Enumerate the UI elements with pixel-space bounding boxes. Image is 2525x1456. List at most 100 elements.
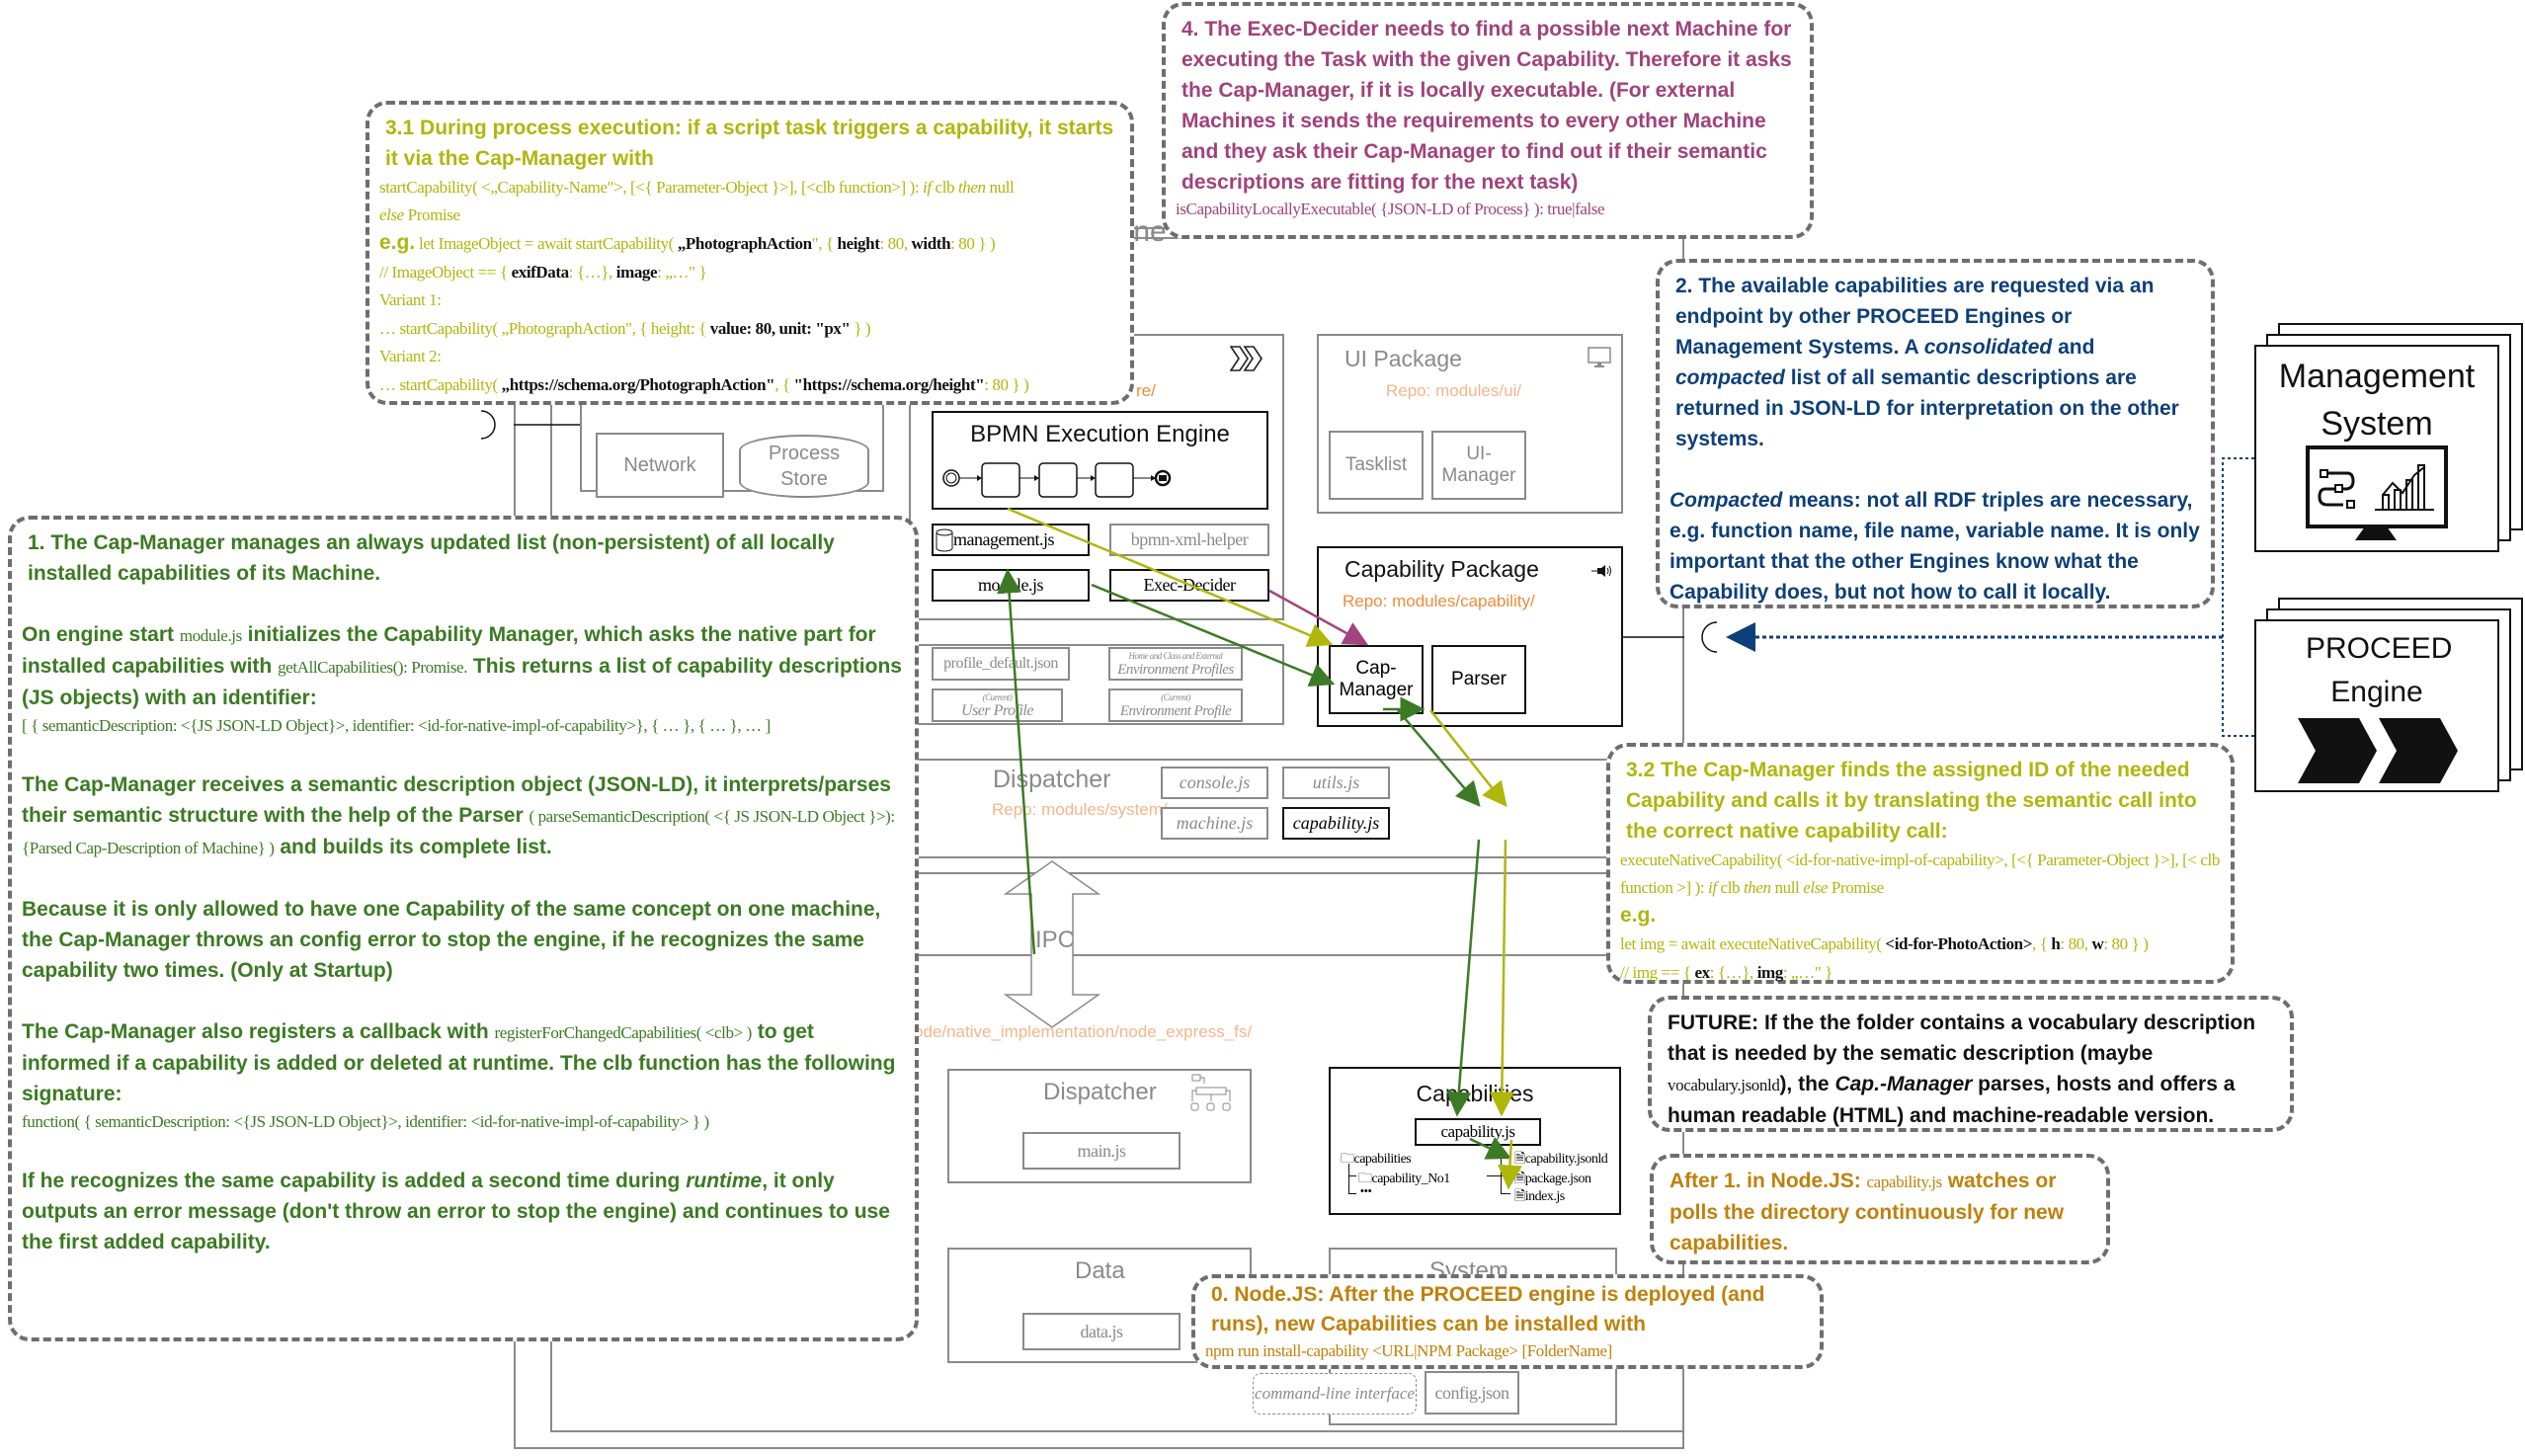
native-impl-repo: ode/native_implementation/node_express_f…	[914, 1022, 1253, 1041]
note-text: The Cap-Manager also registers a callbac…	[22, 1020, 495, 1043]
process-store[interactable]: Process Store	[739, 435, 869, 498]
note-3-2-example: let img = await executeNativeCapability(…	[1620, 930, 2221, 958]
note-future-vocabulary: FUTURE: If the the folder contains a voc…	[1648, 996, 2294, 1132]
speaker-icon	[1591, 565, 1611, 577]
file-icon: 🗎	[1514, 1172, 1525, 1186]
code-text: module.js	[179, 626, 242, 645]
data-title: Data	[1075, 1257, 1125, 1284]
note-1-code-list: [ { semanticDescription: <{JS JSON-LD Ob…	[22, 716, 771, 735]
ipc-label: IPC	[1035, 927, 1076, 953]
machine-js-box[interactable]: machine.js	[1161, 807, 1268, 840]
note-0-text: 0. Node.JS: After the PROCEED engine is …	[1211, 1283, 1765, 1335]
note-after-1-nodejs: After 1. in Node.JS: capability.js watch…	[1650, 1154, 2110, 1264]
utils-js-box[interactable]: utils.js	[1282, 767, 1390, 799]
capability-package-repo: Repo: modules/capability/	[1343, 592, 1535, 610]
double-chevron-icon	[2298, 718, 2458, 783]
exec-decider-box[interactable]: Exec-Decider	[1109, 569, 1269, 602]
ui-package-repo: Repo: modules/ui/	[1386, 381, 1522, 400]
note-text: After 1. in Node.JS:	[1670, 1170, 1867, 1192]
code-text: : „…" }	[657, 263, 707, 282]
database-icon	[936, 528, 953, 551]
environment-profiles-doc[interactable]: Home and Class and External Environment …	[1108, 647, 1243, 681]
profile-default-json[interactable]: profile_default.json	[932, 647, 1070, 681]
code-text: … startCapability(	[379, 375, 502, 394]
note-3-1-comment: // ImageObject == { exifData: {…}, image…	[379, 258, 1120, 286]
environment-profile-label: Environment Profile	[1119, 703, 1232, 719]
capabilities-title: Capabilities	[1416, 1081, 1534, 1106]
code-text: ex	[1694, 963, 1710, 982]
command-line-interface[interactable]: command-line interface	[1253, 1373, 1417, 1415]
module-js-box[interactable]: module.js	[932, 569, 1090, 602]
code-text: : 80 } )	[2103, 934, 2149, 953]
monitor-icon	[1588, 347, 1611, 367]
note-text: compacted	[1675, 366, 1785, 389]
note-3-1-signature: startCapability( <„Capability-Name">, [<…	[379, 174, 1120, 229]
note-text: runtime	[686, 1170, 763, 1192]
data-js-box[interactable]: data.js	[1022, 1313, 1181, 1350]
main-js-box[interactable]: main.js	[1022, 1132, 1181, 1170]
note-text: and builds its complete list.	[274, 836, 552, 858]
code-text: „https://schema.org/PhotographAction"	[501, 375, 775, 394]
note-3-2-comment: // img == { ex: {…}, img: „…" }	[1620, 958, 2221, 987]
note-1-p1: 1. The Cap-Manager manages an always upd…	[28, 531, 835, 585]
interface-left-socket	[480, 410, 496, 440]
note-1-callback-signature: function( { semanticDescription: <{JS JS…	[22, 1112, 709, 1131]
code-text: <id-for-PhotoAction>	[1885, 934, 2033, 953]
file-icon: 🗎	[1514, 1189, 1525, 1204]
note-3-2-execute-native: 3.2 The Cap-Manager finds the assigned I…	[1606, 743, 2235, 984]
capability-js-box[interactable]: capability.js	[1282, 807, 1390, 840]
network-box[interactable]: Network	[596, 433, 724, 498]
user-profile-doc[interactable]: (Current) User Profile	[932, 688, 1063, 722]
management-js-box[interactable]: management.js	[932, 524, 1090, 556]
management-system-link	[2222, 457, 2254, 737]
console-js-box[interactable]: console.js	[1161, 767, 1268, 799]
bpmn-execution-engine[interactable]: BPMN Execution Engine	[932, 411, 1268, 510]
tasklist-box[interactable]: Tasklist	[1329, 431, 1424, 500]
code-text: if	[923, 178, 932, 197]
code-text: clb	[1716, 878, 1744, 897]
code-text: startCapability( <„Capability-Name">, [<…	[379, 178, 924, 197]
note-text: On engine start	[22, 623, 180, 646]
code-text: , {	[774, 375, 794, 394]
tree-child-label: capability_No1	[1371, 1172, 1451, 1186]
code-text: : 80,	[2060, 934, 2092, 953]
capabilities-capability-js[interactable]: capability.js	[1415, 1118, 1541, 1146]
native-dispatcher-title: Dispatcher	[1043, 1079, 1157, 1105]
config-json-doc[interactable]: config.json	[1425, 1371, 1519, 1415]
note-3-1-variant1: … startCapability( „PhotographAction", {…	[379, 314, 1120, 343]
note-0-code: npm run install-capability <URL|NPM Pack…	[1205, 1341, 1612, 1360]
note-1-p4: Because it is only allowed to have one C…	[22, 898, 881, 982]
bpmn-engine-title: BPMN Execution Engine	[970, 421, 1230, 447]
note-text: If he recognizes the same capability is …	[22, 1170, 687, 1192]
proceed-engine[interactable]: PROCEED Engine	[2254, 619, 2499, 792]
capabilities-folder[interactable]: Capabilities capability.js 🗀capabilities…	[1329, 1067, 1621, 1215]
code-text: null	[1770, 878, 1804, 897]
code-text: else	[1803, 878, 1829, 897]
bpmn-process-diagram	[942, 462, 1172, 498]
bpmn-xml-helper-box[interactable]: bpmn-xml-helper	[1109, 524, 1269, 556]
note-3-1-start-capability: 3.1 During process execution: if a scrip…	[366, 101, 1134, 405]
cap-manager-box[interactable]: Cap-Manager	[1329, 645, 1424, 714]
process-store-label: Process Store	[768, 443, 841, 490]
code-text: ", {	[811, 234, 838, 253]
environment-profile-doc[interactable]: (Current) Environment Profile	[1108, 688, 1243, 722]
code-text: getAllCapabilities(): Promise.	[278, 658, 468, 677]
note-4-exec-decider: 4. The Exec-Decider needs to find a poss…	[1162, 2, 1814, 239]
tree-file-index: 🗎index.js	[1514, 1185, 1565, 1209]
native-dispatcher[interactable]: Dispatcher main.js	[947, 1069, 1252, 1183]
code-text: clb	[931, 178, 958, 197]
ui-manager-box[interactable]: UI-Manager	[1431, 431, 1526, 500]
code-text: vocabulary.jsonld	[1668, 1076, 1780, 1094]
ui-package[interactable]: UI Package Repo: modules/ui/ Tasklist UI…	[1317, 334, 1623, 514]
code-text: Promise	[1828, 878, 1884, 897]
note-3-1-variant2: … startCapability( „https://schema.org/P…	[379, 370, 1120, 399]
management-system[interactable]: Management System	[2254, 345, 2499, 552]
note-after-1-text: After 1. in Node.JS: capability.js watch…	[1664, 1166, 2096, 1258]
code-text: height	[837, 234, 880, 253]
note-2-p1: 2. The available capabilities are reques…	[1670, 271, 2201, 454]
code-text: "https://schema.org/height"	[793, 375, 985, 394]
file-icon: 🗎	[1514, 1152, 1525, 1167]
capability-package[interactable]: Capability Package Repo: modules/capabil…	[1317, 546, 1623, 727]
ui-package-title: UI Package	[1344, 346, 1462, 371]
parser-box[interactable]: Parser	[1431, 645, 1526, 714]
